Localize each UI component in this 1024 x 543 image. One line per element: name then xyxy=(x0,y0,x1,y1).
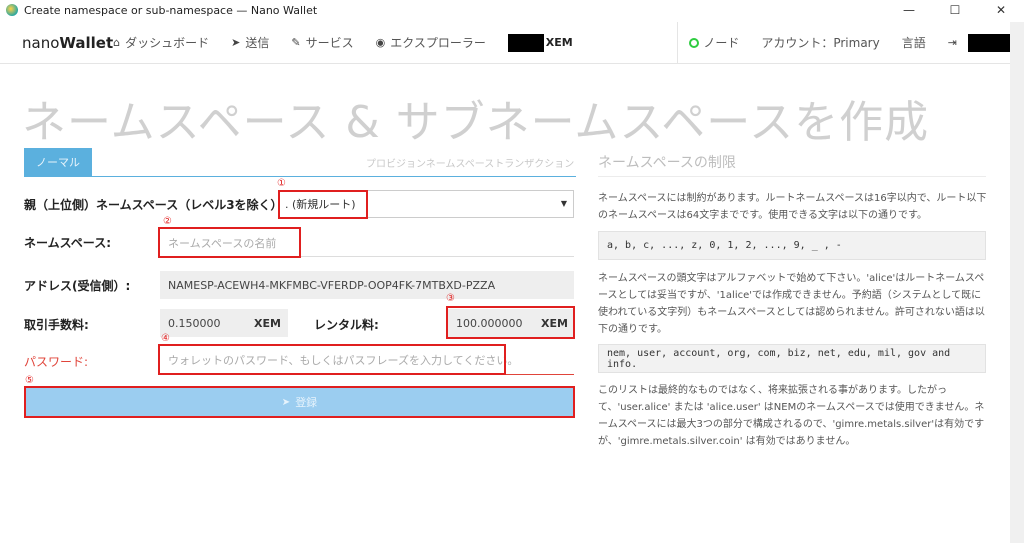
page-title: ネームスペース & サブネームスペースを作成 xyxy=(22,97,930,148)
top-navbar: nanoWallet ⌂ ダッシュボード ➤ 送信 ✎ サービス ◉ エクスプロ… xyxy=(0,21,1010,64)
allowed-chars-code: a, b, c, ..., z, 0, 1, 2, ..., 9, _ , - xyxy=(598,231,986,260)
marker-4: ④ xyxy=(161,333,170,344)
maximize-button[interactable]: ☐ xyxy=(932,0,978,20)
tab-normal[interactable]: ノーマル xyxy=(24,148,92,176)
nav-node[interactable]: ノード xyxy=(689,34,739,51)
brand-light: nano xyxy=(22,33,60,52)
wallet-name-redacted xyxy=(967,33,1010,52)
nav-explorer[interactable]: ◉ エクスプローラー xyxy=(376,34,486,51)
minimize-button[interactable]: — xyxy=(886,0,932,20)
highlight-box-4 xyxy=(158,344,506,375)
chevron-down-icon: ▼ xyxy=(560,199,567,208)
marker-5: ⑤ xyxy=(25,375,34,386)
globe-icon: ◉ xyxy=(375,36,386,49)
close-button[interactable]: ✕ xyxy=(978,0,1024,20)
page-scrollbar[interactable] xyxy=(1010,22,1024,543)
restrictions-paragraph-2: ネームスペースの頭文字はアルファベットで始めて下さい。'alice'はルートネー… xyxy=(598,273,985,335)
highlight-box-1 xyxy=(278,190,368,219)
address-label: アドレス(受信側）: xyxy=(24,279,131,293)
rental-label: レンタル料: xyxy=(314,318,379,332)
namespace-label: ネームスペース: xyxy=(24,236,111,250)
nav-logout[interactable]: ⇥ xyxy=(948,36,962,49)
nav-explorer-label: エクスプローラー xyxy=(390,36,486,50)
address-value: NAMESP-ACEWH4-MKFMBC-VFERDP-OOP4FK-7MTBX… xyxy=(168,278,496,292)
fee-label: 取引手数料: xyxy=(24,318,89,332)
logout-icon: ⇥ xyxy=(947,36,957,49)
window-titlebar: Create namespace or sub-namespace — Nano… xyxy=(0,0,1024,20)
nav-account-label: アカウント：Primary xyxy=(761,36,880,50)
brand-bold: Wallet xyxy=(59,33,114,52)
node-status-icon xyxy=(689,37,700,48)
restrictions-divider xyxy=(598,176,986,177)
highlight-box-3 xyxy=(446,306,575,339)
tab-provision-transaction[interactable]: プロビジョンネームスペーストランザクション xyxy=(366,155,574,170)
nav-send[interactable]: ➤ 送信 xyxy=(231,34,269,51)
wrench-icon: ✎ xyxy=(291,36,301,49)
fee-value: 0.150000 xyxy=(168,316,221,330)
nav-language[interactable]: 言語 xyxy=(902,34,926,51)
brand-logo[interactable]: nanoWallet xyxy=(22,34,113,52)
marker-2: ② xyxy=(163,216,172,227)
balance-unit: XEM xyxy=(545,36,573,49)
restrictions-title: ネームスペースの制限 xyxy=(598,155,736,171)
app-logo-icon xyxy=(6,4,18,16)
highlight-box-2 xyxy=(158,227,301,258)
window-controls: — ☐ ✕ xyxy=(886,0,1024,20)
address-field: NAMESP-ACEWH4-MKFMBC-VFERDP-OOP4FK-7MTBX… xyxy=(160,271,574,299)
nav-services[interactable]: ✎ サービス xyxy=(291,34,353,51)
marker-3: ③ xyxy=(446,293,455,304)
tab-underline xyxy=(24,176,576,177)
nav-account[interactable]: アカウント：Primary xyxy=(761,34,879,51)
home-icon: ⌂ xyxy=(113,36,121,49)
marker-1: ① xyxy=(277,178,286,189)
paper-plane-icon: ➤ xyxy=(231,36,241,49)
nav-node-label: ノード xyxy=(703,36,740,50)
nav-services-label: サービス xyxy=(305,36,354,50)
restrictions-paragraph-1: ネームスペースには制約があります。ルートネームスペースは16字以内で、ルート以下… xyxy=(598,193,987,221)
nav-dashboard-label: ダッシュボード xyxy=(125,36,210,50)
highlight-box-5 xyxy=(24,386,575,418)
nav-divider xyxy=(676,21,678,64)
fee-unit: XEM xyxy=(254,317,281,330)
nav-dashboard[interactable]: ⌂ ダッシュボード xyxy=(113,34,209,51)
nav-send-label: 送信 xyxy=(245,36,270,50)
balance-redacted xyxy=(507,33,544,52)
nav-language-label: 言語 xyxy=(901,36,926,50)
reserved-words-code: nem, user, account, org, com, biz, net, … xyxy=(598,344,986,373)
parent-namespace-label: 親（上位側）ネームスペース（レベル3を除く）: xyxy=(24,198,288,212)
restrictions-paragraph-3: このリストは最終的なものではなく、将来拡張される事があります。したがって、'us… xyxy=(598,385,985,447)
password-label: パスワード: xyxy=(24,355,89,369)
window-title: Create namespace or sub-namespace — Nano… xyxy=(24,3,318,17)
